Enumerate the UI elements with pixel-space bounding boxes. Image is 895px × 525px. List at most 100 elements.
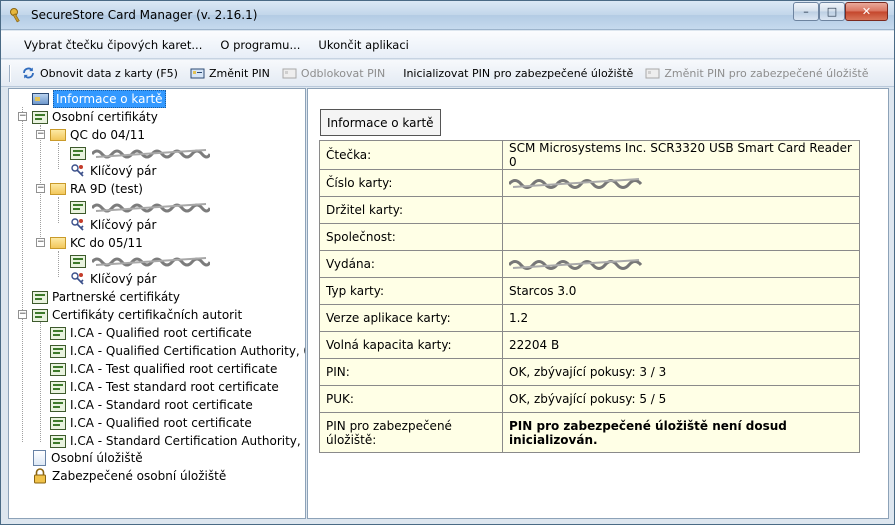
- redacted-scribble: [92, 148, 210, 158]
- minimize-button[interactable]: –: [793, 2, 819, 21]
- table-row: Volná kapacita karty: 22204 B: [319, 331, 860, 359]
- minimize-icon: –: [803, 5, 809, 18]
- smart-card-icon: [32, 93, 49, 105]
- tree-item-ca-cert[interactable]: I.CA - Qualified root certificate: [50, 414, 252, 432]
- tree-item-label: I.CA - Qualified root certificate: [70, 326, 252, 340]
- tree-item-folder-ra[interactable]: RA 9D (test): [50, 180, 143, 198]
- tree-item-ca-cert[interactable]: I.CA - Test standard root certificate: [50, 378, 279, 396]
- tree-item-ca-cert[interactable]: I.CA - Test qualified root certificate: [50, 360, 277, 378]
- init-secure-pin-label: Inicializovat PIN pro zabezpečené úložiš…: [403, 66, 634, 80]
- maximize-button[interactable]: □: [819, 2, 845, 21]
- collapse-icon[interactable]: −: [18, 310, 27, 319]
- certificate-icon: [50, 326, 66, 340]
- table-row: Společnost:: [319, 223, 860, 251]
- field-value: [502, 196, 860, 224]
- field-label: Volná kapacita karty:: [319, 331, 503, 359]
- certificate-icon: [50, 362, 66, 376]
- table-row: Vydána:: [319, 250, 860, 278]
- certificate-icon: [50, 416, 66, 430]
- tree-item-key-pair[interactable]: Klíčový pár: [70, 270, 156, 288]
- tree-item-partner-certs[interactable]: Partnerské certifikáty: [32, 288, 180, 306]
- toolbar-grip: [9, 64, 11, 82]
- tree-item-certificate[interactable]: [70, 144, 210, 162]
- change-pin-button[interactable]: Změnit PIN: [184, 64, 276, 82]
- table-row: Typ karty: Starcos 3.0: [319, 277, 860, 305]
- tree-item-label: Osobní úložiště: [51, 451, 143, 465]
- menu-about[interactable]: O programu...: [211, 35, 309, 55]
- tree-item-ca-cert[interactable]: I.CA - Standard root certificate: [50, 396, 253, 414]
- refresh-button[interactable]: Obnovit data z karty (F5): [15, 64, 184, 82]
- collapse-icon[interactable]: −: [36, 130, 45, 139]
- redacted-scribble: [509, 259, 643, 271]
- tree-item-ca-cert[interactable]: I.CA - Qualified Certification Authority…: [50, 342, 305, 360]
- key-pair-icon: [70, 217, 86, 233]
- field-label: Společnost:: [319, 223, 503, 251]
- certificate-icon: [50, 380, 66, 394]
- tree-item-certificate[interactable]: [70, 252, 210, 270]
- collapse-icon[interactable]: −: [36, 238, 45, 247]
- maximize-icon: □: [826, 5, 838, 18]
- field-label: Typ karty:: [319, 277, 503, 305]
- field-label: Držitel karty:: [319, 196, 503, 224]
- tree-item-ca-cert[interactable]: I.CA - Standard Certification Authority,…: [50, 432, 305, 450]
- certificate-icon: [32, 308, 48, 322]
- table-row: Držitel karty:: [319, 196, 860, 224]
- folder-icon: [50, 129, 66, 141]
- tree-item-label: I.CA - Test qualified root certificate: [70, 362, 278, 376]
- tree-item-label: I.CA - Standard root certificate: [70, 398, 253, 412]
- field-label: Verze aplikace karty:: [319, 304, 503, 332]
- unblock-pin-label: Odblokovat PIN: [300, 66, 386, 80]
- collapse-icon[interactable]: −: [36, 184, 45, 193]
- field-value: [502, 169, 860, 197]
- detail-panel: Informace o kartě Čtečka: SCM Microsystem…: [307, 88, 889, 519]
- redacted-scribble: [92, 256, 210, 266]
- tree-item-label: I.CA - Qualified root certificate: [70, 416, 252, 430]
- menu-exit[interactable]: Ukončit aplikaci: [309, 35, 417, 55]
- tree-item-label: Certifikáty certifikačních autorit: [52, 308, 243, 322]
- certificate-icon: [32, 110, 48, 124]
- collapse-icon[interactable]: −: [18, 112, 27, 121]
- field-value: PIN pro zabezpečené úložiště není dosud …: [502, 412, 860, 453]
- refresh-icon: [21, 66, 36, 80]
- tree-line: [22, 107, 23, 442]
- tree-item-certificate[interactable]: [70, 198, 210, 216]
- tree-item-folder-qc[interactable]: QC do 04/11: [50, 126, 145, 144]
- redacted-scribble: [92, 202, 210, 212]
- tree-item-label: Partnerské certifikáty: [52, 290, 180, 304]
- tree-item-ca-certs[interactable]: Certifikáty certifikačních autorit: [32, 306, 242, 324]
- tree-line: [40, 322, 41, 442]
- tree-item-personal-storage[interactable]: Osobní úložiště: [33, 449, 143, 467]
- tree-view[interactable]: Informace o kartě − Osobní certifikáty −…: [8, 88, 306, 519]
- field-label: PIN pro zabezpečené úložiště:: [319, 412, 503, 453]
- tree-item-folder-kc[interactable]: KC do 05/11: [50, 234, 143, 252]
- certificate-icon: [50, 434, 66, 448]
- change-secure-pin-button[interactable]: Změnit PIN pro zabezpečené úložiště: [639, 64, 874, 82]
- tree-item-key-pair[interactable]: Klíčový pár: [70, 216, 156, 234]
- card-info-table: Čtečka: SCM Microsystems Inc. SCR3320 USB…: [319, 140, 860, 453]
- field-label: Číslo karty:: [319, 169, 503, 197]
- tree-item-label: RA 9D (test): [70, 182, 143, 196]
- tree-item-secure-storage[interactable]: Zabezpečené osobní úložiště: [33, 467, 226, 485]
- table-row: PUK: OK, zbývající pokusy: 5 / 5: [319, 385, 860, 413]
- field-value: Starcos 3.0: [502, 277, 860, 305]
- certificate-icon: [32, 290, 48, 304]
- tree-item-ca-cert[interactable]: I.CA - Qualified root certificate: [50, 324, 252, 342]
- tree-item-personal-certs[interactable]: Osobní certifikáty: [32, 108, 158, 126]
- certificate-icon: [50, 344, 66, 358]
- key-pair-icon: [70, 163, 86, 179]
- tree-item-label: Zabezpečené osobní úložiště: [52, 469, 227, 483]
- field-label: PUK:: [319, 385, 503, 413]
- tree-line: [40, 125, 41, 239]
- window-title: SecureStore Card Manager (v. 2.16.1): [31, 8, 258, 22]
- tree-item-card-info[interactable]: Informace o kartě: [32, 90, 166, 108]
- close-button[interactable]: ✕: [845, 2, 888, 21]
- menu-select-reader[interactable]: Vybrat čtečku čipových karet...: [15, 35, 211, 55]
- tree-item-key-pair[interactable]: Klíčový pár: [70, 162, 156, 180]
- folder-icon: [50, 237, 66, 249]
- toolbar: Obnovit data z karty (F5) Změnit PIN Odb…: [1, 60, 894, 87]
- unblock-pin-button[interactable]: Odblokovat PIN: [276, 64, 391, 82]
- menu-bar: Vybrat čtečku čipových karet... O progra…: [1, 31, 894, 59]
- init-secure-pin-button[interactable]: Inicializovat PIN pro zabezpečené úložiš…: [397, 65, 639, 82]
- document-icon: [33, 450, 46, 466]
- app-window: SecureStore Card Manager (v. 2.16.1) – □…: [0, 0, 895, 525]
